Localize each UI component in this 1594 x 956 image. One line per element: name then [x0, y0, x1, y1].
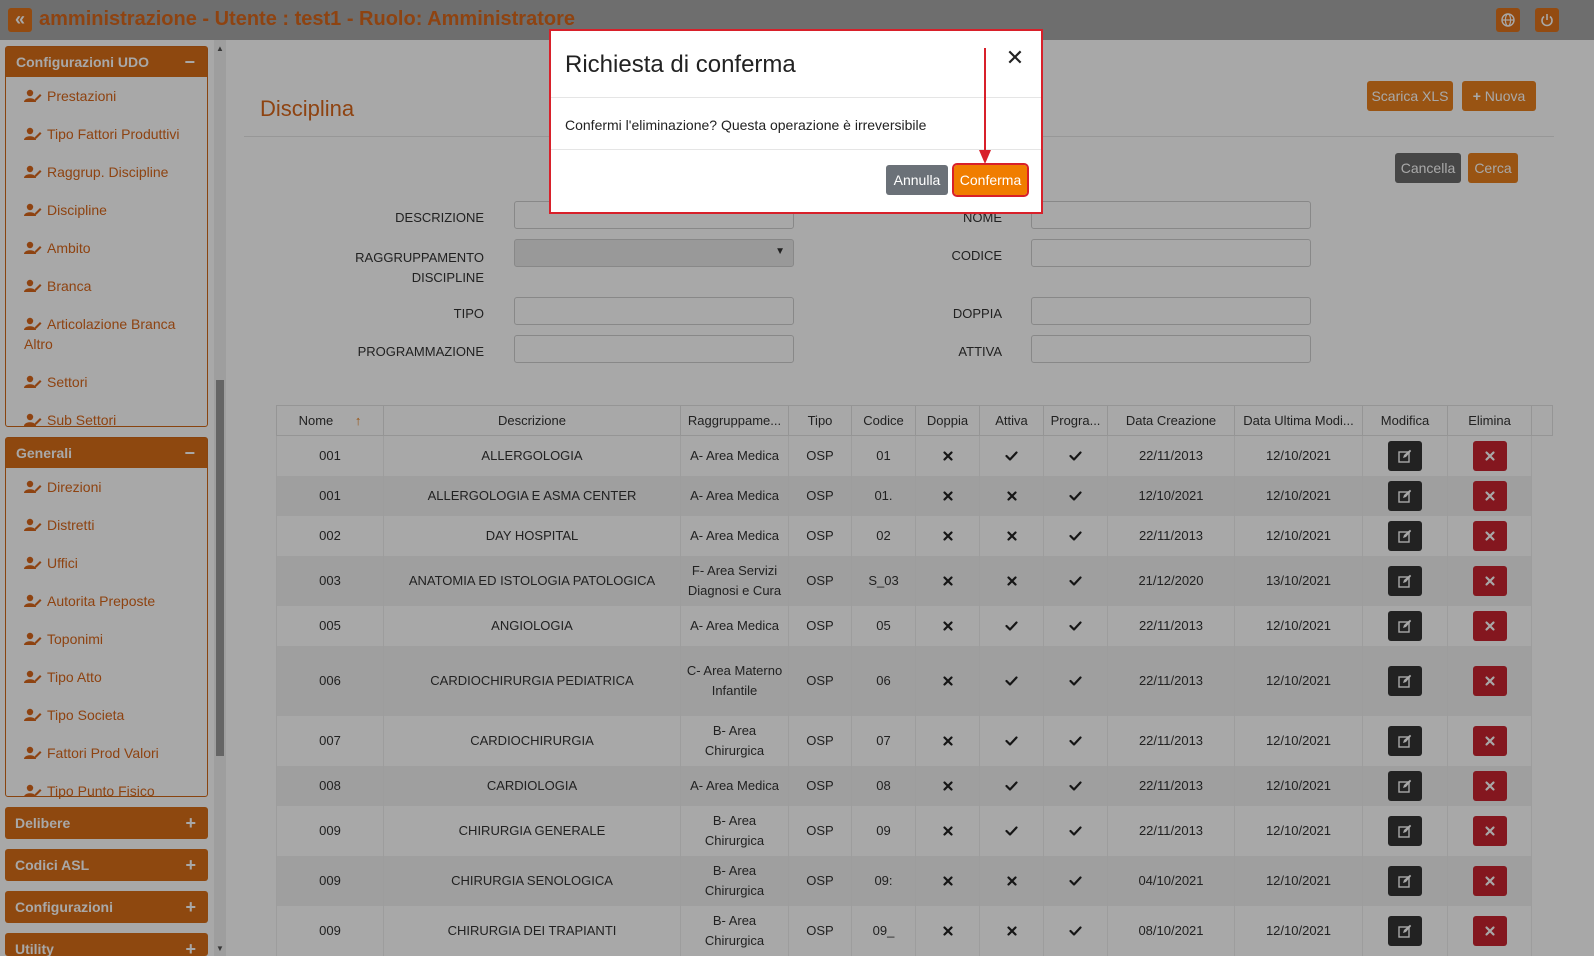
annotation-arrow-icon: [979, 48, 991, 164]
annulla-button[interactable]: Annulla: [886, 165, 948, 195]
close-icon[interactable]: ✕: [1004, 47, 1026, 70]
dialog-message: Confermi l'eliminazione? Questa operazio…: [565, 117, 927, 133]
conferma-button[interactable]: Conferma: [952, 163, 1029, 197]
divider: [551, 149, 1041, 150]
dialog-title: Richiesta di conferma: [565, 51, 796, 78]
divider: [551, 97, 1041, 98]
confirm-dialog: Richiesta di conferma Confermi l'elimina…: [549, 29, 1043, 214]
